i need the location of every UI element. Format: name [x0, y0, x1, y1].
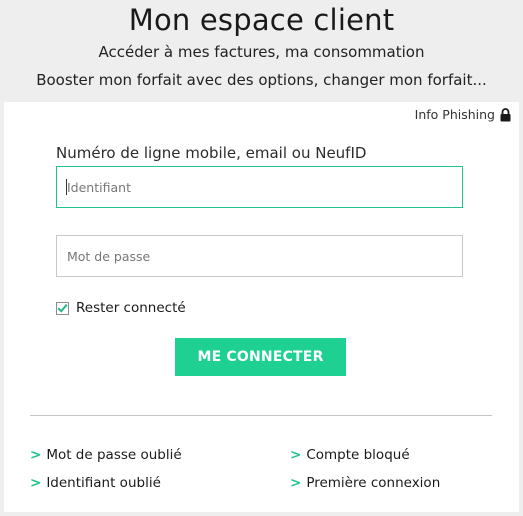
lock-icon: [500, 107, 511, 122]
account-locked-label: Compte bloqué: [306, 447, 410, 463]
identifier-input[interactable]: [56, 166, 463, 208]
login-button[interactable]: ME CONNECTER: [175, 338, 346, 376]
chevron-right-icon: >: [290, 475, 302, 491]
account-locked-link[interactable]: > Compte bloqué: [290, 447, 410, 463]
page-subtitle-plan: Booster mon forfait avec des options, ch…: [36, 71, 487, 89]
chevron-right-icon: >: [30, 475, 42, 491]
text-caret: [66, 179, 67, 195]
login-card: Info Phishing Numéro de ligne mobile, em…: [4, 102, 519, 512]
login-field-label: Numéro de ligne mobile, email ou NeufID: [56, 144, 367, 162]
remember-me-checkbox[interactable]: Rester connecté: [56, 300, 186, 316]
first-login-link[interactable]: > Première connexion: [290, 475, 440, 491]
chevron-right-icon: >: [30, 447, 42, 463]
forgot-identifier-label: Identifiant oublié: [46, 475, 161, 491]
forgot-password-label: Mot de passe oublié: [46, 447, 182, 463]
password-input[interactable]: [56, 235, 463, 277]
remember-me-label: Rester connecté: [76, 300, 186, 316]
checkmark-icon: [57, 303, 68, 313]
page-subtitle-invoices: Accéder à mes factures, ma consommation: [98, 43, 425, 61]
info-phishing-label: Info Phishing: [414, 107, 495, 122]
forgot-password-link[interactable]: > Mot de passe oublié: [30, 447, 182, 463]
first-login-label: Première connexion: [306, 475, 441, 491]
divider: [30, 415, 492, 416]
chevron-right-icon: >: [290, 447, 302, 463]
forgot-identifier-link[interactable]: > Identifiant oublié: [30, 475, 161, 491]
info-phishing-link[interactable]: Info Phishing: [415, 107, 511, 122]
checkbox-box[interactable]: [56, 301, 69, 315]
page-title: Mon espace client: [128, 3, 395, 37]
